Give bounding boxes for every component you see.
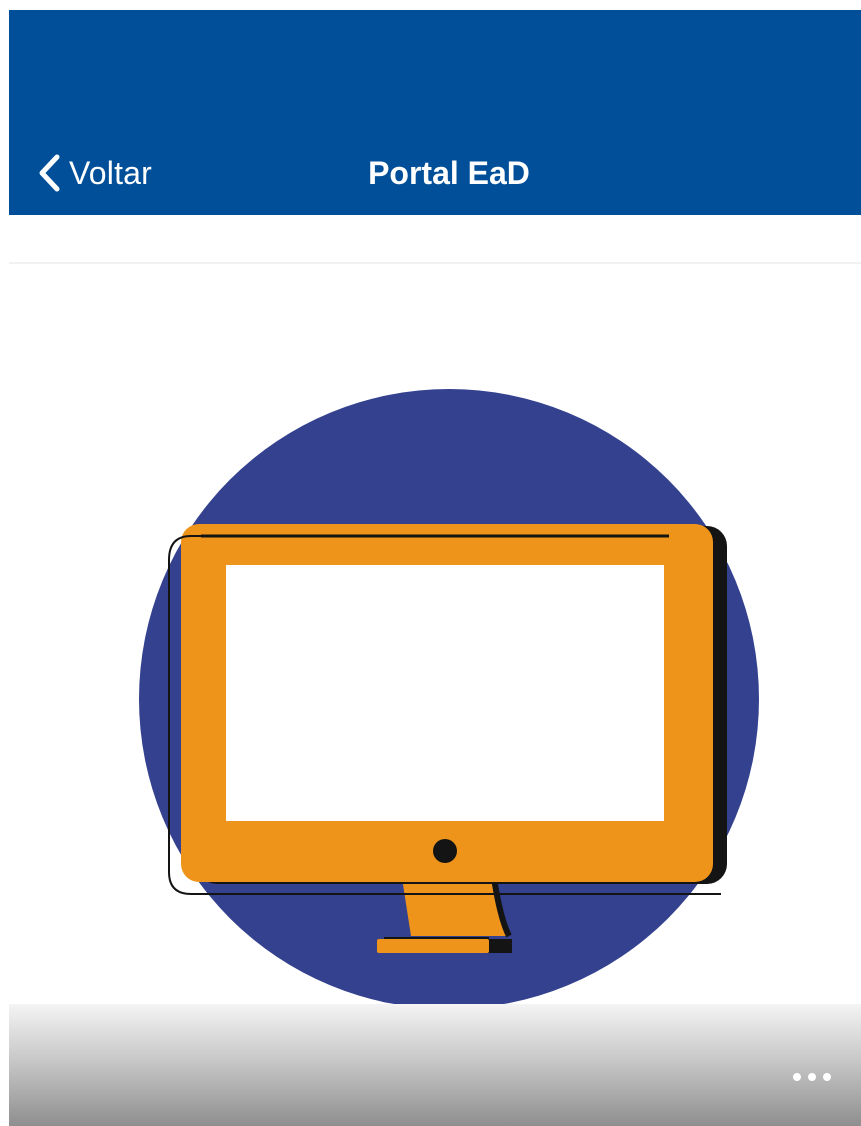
content-card bbox=[9, 262, 861, 1126]
bottom-gradient-bar bbox=[9, 1004, 861, 1126]
monitor-button bbox=[433, 839, 457, 863]
computer-monitor-illustration bbox=[139, 389, 759, 1009]
monitor-screen bbox=[226, 565, 664, 821]
monitor-stand-base bbox=[377, 939, 489, 953]
more-dot bbox=[823, 1073, 831, 1081]
app-screen: Voltar Portal EaD bbox=[0, 0, 861, 1126]
page-title: Portal EaD bbox=[368, 155, 530, 191]
more-dot bbox=[808, 1073, 816, 1081]
more-horizontal-icon[interactable] bbox=[793, 1071, 831, 1083]
navigation-bar: Voltar Portal EaD bbox=[9, 10, 861, 215]
more-dot bbox=[793, 1073, 801, 1081]
